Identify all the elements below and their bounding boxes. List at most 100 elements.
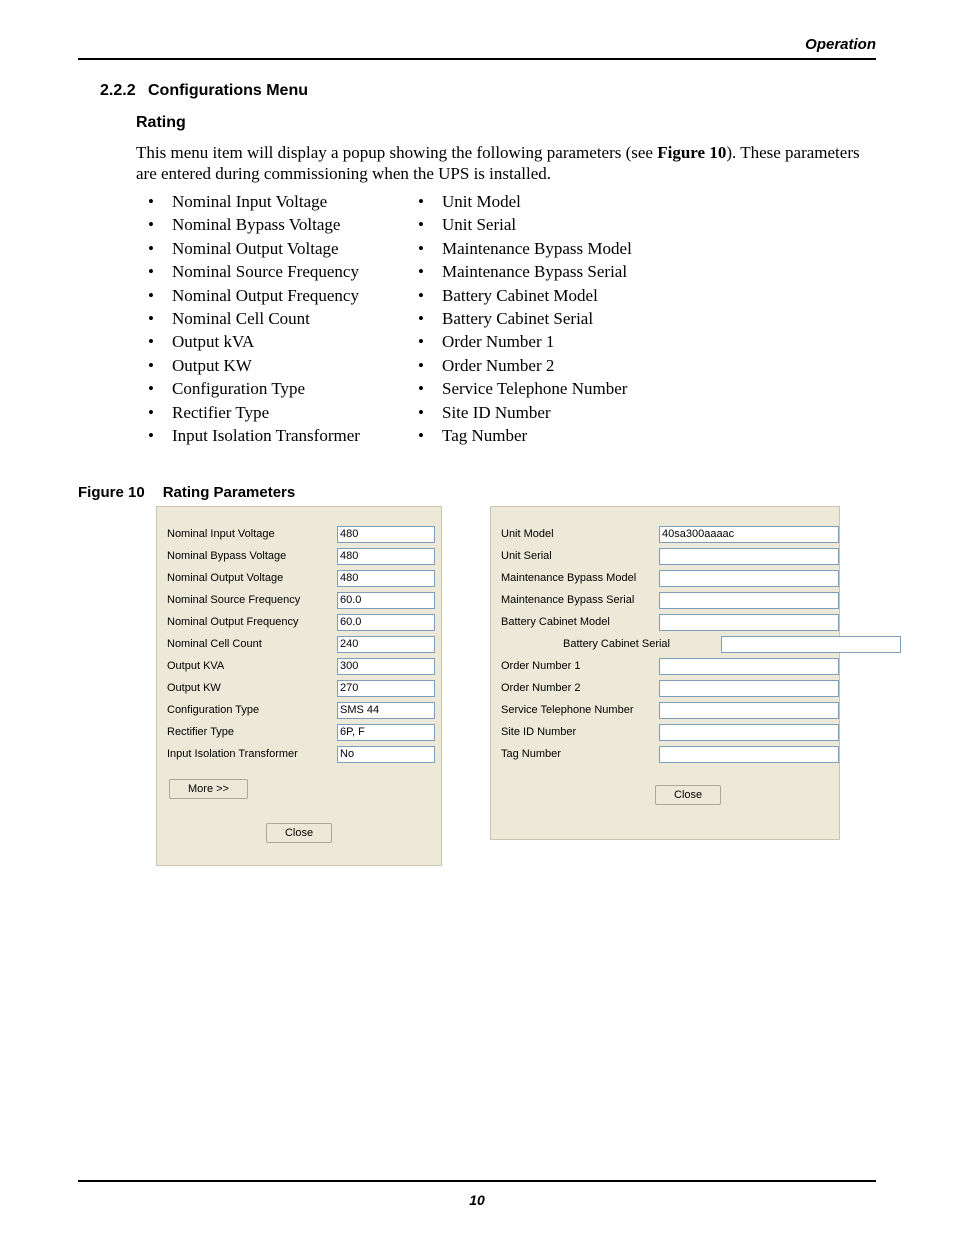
close-button[interactable]: Close [266,823,332,843]
field-input[interactable] [659,570,839,587]
field-label: Battery Cabinet Model [501,616,659,628]
list-item: Order Number 2 [418,354,718,377]
form-row: Nominal Output Voltage [167,567,431,589]
form-row: Output KVA [167,655,431,677]
list-item: Nominal Cell Count [148,307,418,330]
field-label: Nominal Output Frequency [167,616,337,628]
form-row: Maintenance Bypass Model [501,567,829,589]
list-item: Output kVA [148,330,418,353]
field-input[interactable] [659,702,839,719]
field-input[interactable] [337,614,435,631]
param-list-right: Unit ModelUnit SerialMaintenance Bypass … [418,190,718,447]
list-item: Maintenance Bypass Model [418,237,718,260]
list-item: Nominal Bypass Voltage [148,213,418,236]
form-row: Unit Model [501,523,829,545]
field-input[interactable] [337,636,435,653]
field-input[interactable] [659,548,839,565]
field-input[interactable] [337,680,435,697]
form-row: Tag Number [501,743,829,765]
parameter-lists: Nominal Input VoltageNominal Bypass Volt… [148,190,718,447]
field-label: Maintenance Bypass Model [501,572,659,584]
list-item: Input Isolation Transformer [148,424,418,447]
field-input[interactable] [659,746,839,763]
field-input[interactable] [659,658,839,675]
field-input[interactable] [337,658,435,675]
field-label: Input Isolation Transformer [167,748,337,760]
page-number: 10 [0,1192,954,1208]
form-row: Order Number 2 [501,677,829,699]
field-input[interactable] [659,592,839,609]
figure-caption: Figure 10 Rating Parameters [78,484,295,501]
field-label: Nominal Bypass Voltage [167,550,337,562]
field-input[interactable] [337,702,435,719]
form-row: Site ID Number [501,721,829,743]
form-row: Battery Cabinet Model [501,611,829,633]
form-row: Maintenance Bypass Serial [501,589,829,611]
field-input[interactable] [337,746,435,763]
field-label: Nominal Cell Count [167,638,337,650]
field-label: Nominal Source Frequency [167,594,337,606]
list-item: Unit Model [418,190,718,213]
field-input[interactable] [337,724,435,741]
list-item: Configuration Type [148,377,418,400]
field-label: Configuration Type [167,704,337,716]
field-input[interactable] [337,592,435,609]
list-item: Service Telephone Number [418,377,718,400]
form-row: Service Telephone Number [501,699,829,721]
list-item: Site ID Number [418,401,718,424]
field-label: Order Number 1 [501,660,659,672]
field-label: Battery Cabinet Serial [501,638,721,650]
field-label: Order Number 2 [501,682,659,694]
list-item: Unit Serial [418,213,718,236]
form-row: Nominal Output Frequency [167,611,431,633]
field-label: Nominal Output Voltage [167,572,337,584]
header-section: Operation [805,36,876,53]
subsection-title: Rating [136,114,186,132]
list-item: Maintenance Bypass Serial [418,260,718,283]
field-label: Maintenance Bypass Serial [501,594,659,606]
form-row: Output KW [167,677,431,699]
list-item: Nominal Output Frequency [148,284,418,307]
form-row: Nominal Bypass Voltage [167,545,431,567]
field-input[interactable] [337,548,435,565]
more-button[interactable]: More >> [169,779,248,799]
field-label: Tag Number [501,748,659,760]
field-input[interactable] [659,680,839,697]
list-item: Output KW [148,354,418,377]
figure-screenshots: Nominal Input Voltage Nominal Bypass Volt… [156,506,840,866]
field-input[interactable] [659,526,839,543]
field-label: Site ID Number [501,726,659,738]
section-title: Configurations Menu [148,82,308,100]
close-button[interactable]: Close [655,785,721,805]
list-item: Nominal Source Frequency [148,260,418,283]
field-label: Output KW [167,682,337,694]
figure-title: Rating Parameters [163,484,296,501]
form-row: Input Isolation Transformer [167,743,431,765]
form-row: Unit Serial [501,545,829,567]
para-text-pre: This menu item will display a popup show… [136,143,657,162]
field-label: Output KVA [167,660,337,672]
field-label: Rectifier Type [167,726,337,738]
list-item: Tag Number [418,424,718,447]
figure-number: Figure 10 [78,484,145,501]
form-row: Rectifier Type [167,721,431,743]
rating-dialog-left: Nominal Input Voltage Nominal Bypass Volt… [156,506,442,866]
form-row: Nominal Input Voltage [167,523,431,545]
intro-paragraph: This menu item will display a popup show… [136,142,876,185]
field-input[interactable] [337,570,435,587]
rule-top [78,58,876,60]
list-item: Battery Cabinet Model [418,284,718,307]
form-row: Nominal Cell Count [167,633,431,655]
figure-ref: Figure 10 [657,143,726,162]
field-input[interactable] [659,724,839,741]
list-item: Nominal Input Voltage [148,190,418,213]
list-item: Battery Cabinet Serial [418,307,718,330]
field-label: Unit Serial [501,550,659,562]
field-input[interactable] [659,614,839,631]
form-row: Nominal Source Frequency [167,589,431,611]
field-input[interactable] [721,636,901,653]
field-input[interactable] [337,526,435,543]
list-item: Rectifier Type [148,401,418,424]
section-number: 2.2.2 [100,82,136,100]
field-label: Unit Model [501,528,659,540]
